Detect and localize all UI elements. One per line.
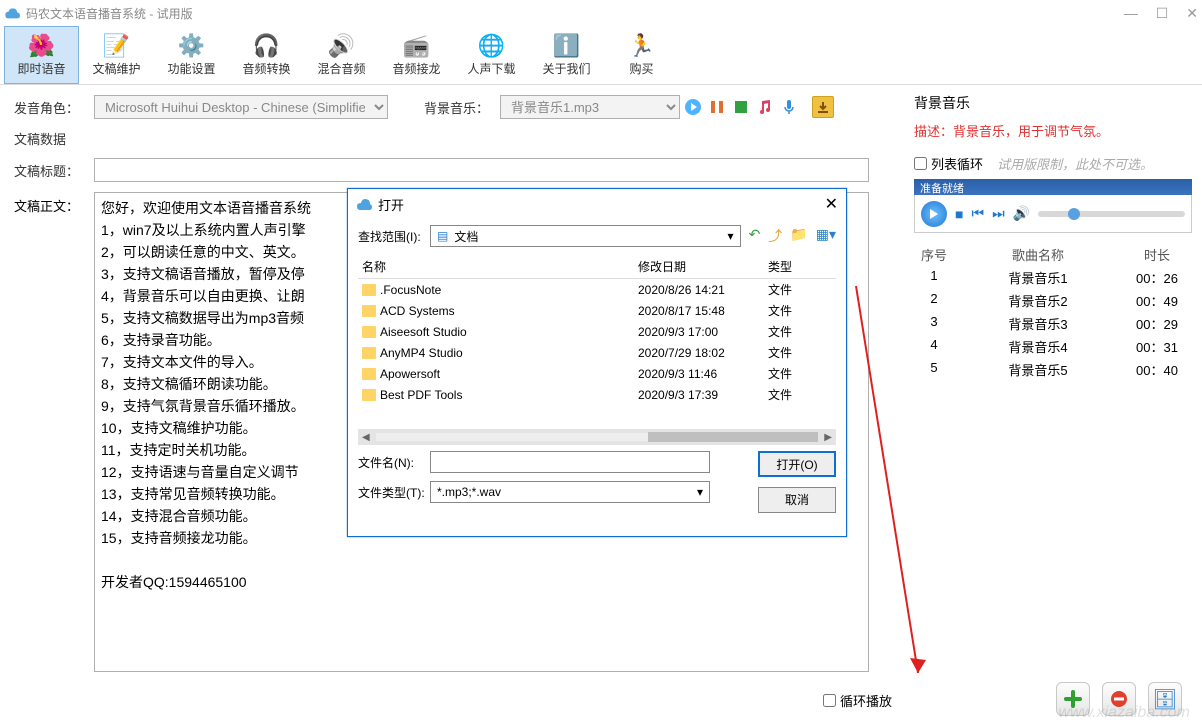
app-icon [4,6,20,20]
convert-icon: 🎧 [253,34,281,58]
bgm-desc: 描述：背景音乐，用于调节气氛。 [914,121,1192,140]
col-filetype[interactable]: 类型 [768,258,818,275]
tab-mix-audio[interactable]: 🔊混合音频 [304,26,379,84]
nav-newfolder-icon[interactable]: 📁 [790,226,807,246]
loop-play-checkbox[interactable]: 循环播放 [823,691,892,710]
file-row[interactable]: AnyMP4 Studio2020/7/29 18:02文件 [358,342,836,363]
file-row[interactable]: Apowersoft2020/9/3 11:46文件 [358,363,836,384]
song-row[interactable]: 1背景音乐100：26 [914,266,1192,289]
scope-label: 查找范围(I): [358,228,430,245]
file-row[interactable]: .FocusNote2020/8/26 14:21文件 [358,279,836,300]
tab-function-settings[interactable]: ⚙️功能设置 [154,26,229,84]
close-button[interactable]: ✕ [1186,5,1198,22]
tab-voice-download[interactable]: 🌐人声下载 [454,26,529,84]
music-button[interactable] [754,96,776,118]
right-panel: 背景音乐 描述：背景音乐，用于调节气氛。 列表循环 试用版限制，此处不可选。 准… [904,85,1202,728]
file-list: 名称 修改日期 类型 .FocusNote2020/8/26 14:21文件AC… [358,255,836,425]
dialog-close-button[interactable]: ✕ [825,194,838,214]
dialog-cancel-button[interactable]: 取消 [758,487,836,513]
dialog-icon [356,197,372,211]
stop-button[interactable] [730,96,752,118]
filetype-label: 文件类型(T): [358,484,430,501]
minimize-button[interactable]: — [1124,5,1138,22]
pause-button[interactable] [706,96,728,118]
player-volume-button[interactable]: 🔊 [1013,205,1030,222]
player-status: 准备就绪 [914,179,1192,195]
voice-icon: 🌺 [28,34,56,58]
play-button[interactable] [682,96,704,118]
bgm-panel-title: 背景音乐 [914,93,1192,113]
gear-icon: ⚙️ [178,34,206,58]
maximize-button[interactable]: ☐ [1156,5,1169,22]
dialog-open-button[interactable]: 打开(O) [758,451,836,477]
scope-combo[interactable]: ▤文档 ▾ [430,225,741,247]
mix-icon: 🔊 [328,34,356,58]
file-list-scrollbar[interactable]: ◀▶ [358,429,836,445]
nav-views-icon[interactable]: ▦▾ [816,226,836,246]
song-row[interactable]: 3背景音乐300：29 [914,312,1192,335]
title-input[interactable] [94,158,869,182]
tab-audio-convert[interactable]: 🎧音频转换 [229,26,304,84]
player-slider[interactable] [1038,211,1185,217]
main-toolbar: 🌺即时语音 📝文稿维护 ⚙️功能设置 🎧音频转换 🔊混合音频 📻音频接龙 🌐人声… [0,26,1202,85]
filename-label: 文件名(N): [358,454,430,471]
open-dialog: 打开 ✕ 查找范围(I): ▤文档 ▾ ↶ ⤴ 📁 ▦▾ 名称 修改日期 类型 … [347,188,847,537]
song-row[interactable]: 2背景音乐200：49 [914,289,1192,312]
col-filedate[interactable]: 修改日期 [638,258,768,275]
filename-input[interactable] [430,451,710,473]
data-section-label: 文稿数据 [14,129,94,148]
mic-button[interactable] [778,96,800,118]
tab-about-us[interactable]: ℹ️关于我们 [529,26,604,84]
file-row[interactable]: Best PDF Tools2020/9/3 17:39文件 [358,384,836,405]
window-title: 码农文本语音播音系统 - 试用版 [26,5,193,22]
info-icon: ℹ️ [553,34,581,58]
voice-select[interactable]: Microsoft Huihui Desktop - Chinese (Simp… [94,95,388,119]
col-dur: 时长 [1122,245,1192,264]
title-bar: 码农文本语音播音系统 - 试用版 — ☐ ✕ [0,0,1202,26]
edit-icon: 📝 [103,34,131,58]
player-stop-button[interactable]: ■ [955,206,963,222]
loop-list-checkbox[interactable]: 列表循环 试用版限制，此处不可选。 [914,154,1192,173]
relay-icon: 📻 [403,34,431,58]
voice-role-label: 发音角色： [14,98,94,117]
download-icon: 🌐 [478,34,506,58]
player-play-button[interactable] [921,201,947,227]
song-row[interactable]: 4背景音乐400：31 [914,335,1192,358]
song-row[interactable]: 5背景音乐500：40 [914,358,1192,381]
col-num: 序号 [914,245,954,264]
export-button[interactable] [812,96,834,118]
player-controls: ■ ⏮ ⏭ 🔊 [914,195,1192,233]
player-prev-button[interactable]: ⏮ [971,205,984,222]
tab-instant-voice[interactable]: 🌺即时语音 [4,26,79,84]
player-next-button[interactable]: ⏭ [992,205,1005,222]
col-name: 歌曲名称 [954,245,1122,264]
watermark: www.xiazaiba.com [1058,704,1190,722]
bgm-label: 背景音乐： [424,98,500,117]
song-table: 序号 歌曲名称 时长 1背景音乐100：262背景音乐200：493背景音乐30… [914,243,1192,381]
bgm-select[interactable]: 背景音乐1.mp3 [500,95,680,119]
dialog-title: 打开 [378,195,404,214]
nav-up-icon[interactable]: ⤴ [768,226,782,246]
tab-manuscript-maintain[interactable]: 📝文稿维护 [79,26,154,84]
file-row[interactable]: Aiseesoft Studio2020/9/3 17:00文件 [358,321,836,342]
filetype-combo[interactable]: *.mp3;*.wav▾ [430,481,710,503]
nav-back-icon[interactable]: ↶ [749,226,761,246]
tab-audio-relay[interactable]: 📻音频接龙 [379,26,454,84]
tab-buy[interactable]: 🏃购买 [604,26,679,84]
body-label: 文稿正文： [14,192,94,672]
col-filename[interactable]: 名称 [358,258,638,275]
title-label: 文稿标题： [14,161,94,180]
file-row[interactable]: ACD Systems2020/8/17 15:48文件 [358,300,836,321]
buy-icon: 🏃 [628,34,656,58]
